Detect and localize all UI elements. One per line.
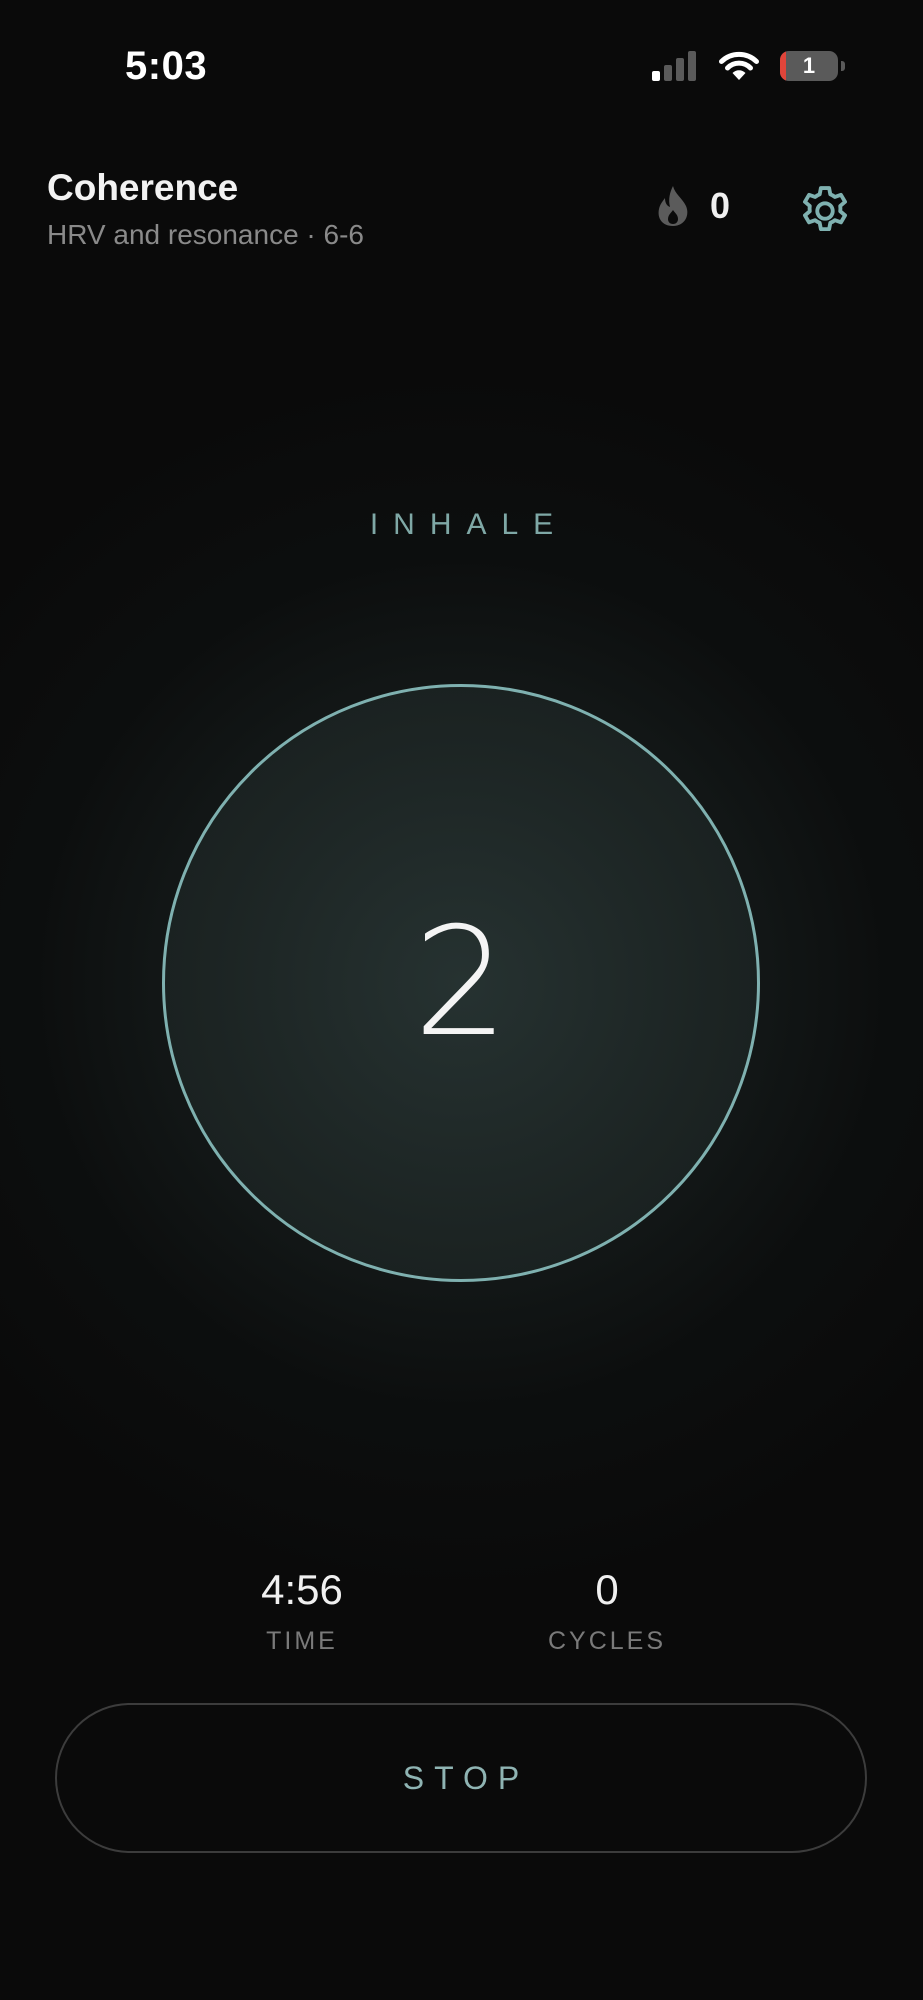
battery-low-fill [780, 51, 786, 81]
battery-level: 1 [802, 53, 816, 78]
gear-icon[interactable] [796, 182, 854, 240]
time-value: 4:56 [261, 1566, 343, 1613]
battery-cap [841, 61, 845, 71]
time-stat: 4:56 TIME [192, 1565, 412, 1656]
breath-phase-label: INHALE [369, 508, 569, 541]
wifi-icon [719, 51, 759, 80]
cycles-label: CYCLES [547, 1627, 667, 1655]
time-label: TIME [266, 1627, 338, 1655]
flame-icon [658, 186, 688, 226]
stop-button[interactable]: STOP [55, 1703, 867, 1853]
cycles-value: 0 [595, 1566, 619, 1613]
status-icons: 1 [652, 50, 845, 82]
status-time: 5:03 [125, 44, 208, 88]
breathing-circle: 2 [162, 684, 760, 1282]
streak-count: 0 [710, 185, 731, 226]
cycles-stat: 0 CYCLES [497, 1565, 717, 1656]
stop-button-label: STOP [402, 1759, 530, 1796]
battery-icon: 1 [780, 51, 838, 81]
cellular-signal-icon [652, 51, 696, 81]
page-subtitle: HRV and resonance · 6-6 [47, 219, 364, 250]
page-title: Coherence [47, 167, 239, 208]
streak-counter[interactable]: 0 [656, 184, 730, 228]
breath-count: 2 [413, 896, 509, 1070]
